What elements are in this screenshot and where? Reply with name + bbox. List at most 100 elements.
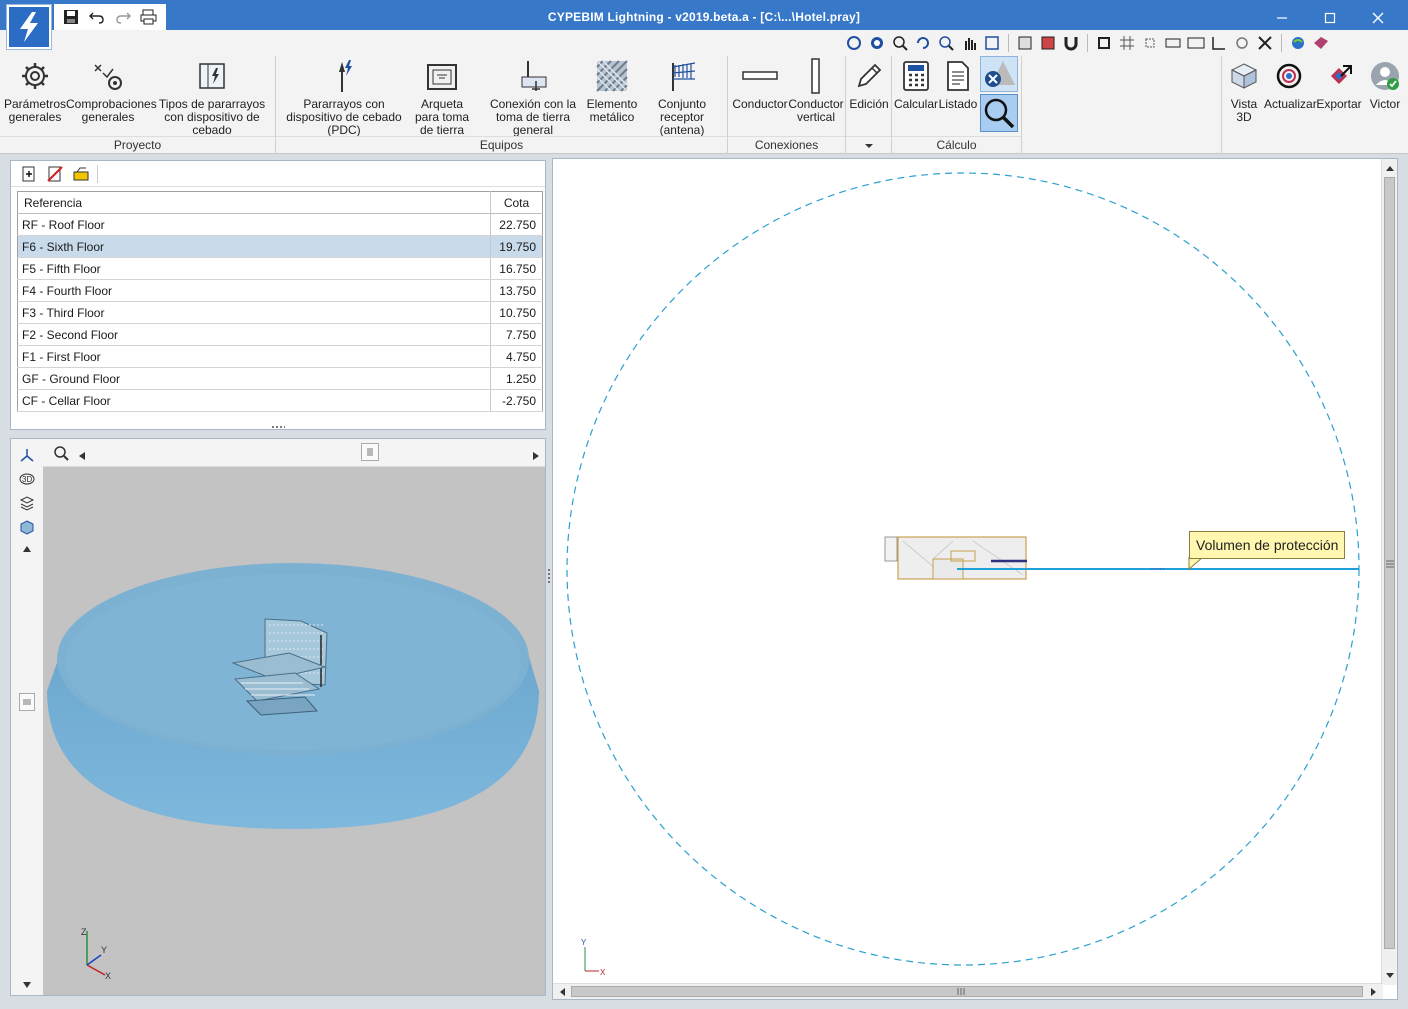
add-icon — [22, 166, 35, 181]
close-button[interactable] — [1358, 6, 1398, 30]
previous-view-icon[interactable] — [982, 33, 1002, 53]
maximize-button[interactable] — [1310, 6, 1350, 30]
vertical-scrollbar-thumb[interactable] — [1384, 177, 1395, 949]
column-header-cota[interactable]: Cota — [490, 191, 543, 214]
conjunto-receptor-button[interactable]: Conjunto receptor (antena) — [638, 56, 726, 137]
scroll-down-button[interactable] — [17, 975, 37, 995]
scroll-up-button[interactable] — [17, 539, 37, 559]
floor-row[interactable]: CF - Cellar Floor -2.750 — [17, 389, 543, 412]
arqueta-button[interactable]: Arqueta para toma de tierra — [408, 56, 476, 137]
checks-gear-icon — [94, 64, 122, 90]
refresh-view-icon[interactable] — [913, 33, 933, 53]
zoom-window-icon[interactable] — [890, 33, 910, 53]
floors-table-header: Referencia Cota — [17, 191, 543, 214]
conductor-vertical-button[interactable]: Conductor vertical — [788, 56, 844, 124]
splitter-grip-icon[interactable] — [271, 425, 285, 429]
floor-row[interactable]: GF - Ground Floor 1.250 — [17, 367, 543, 390]
help-book-icon[interactable] — [1311, 33, 1331, 53]
grid-snap-icon[interactable] — [1038, 33, 1058, 53]
edicion-dropdown[interactable] — [846, 136, 891, 152]
calcular-button[interactable]: Calcular — [894, 56, 938, 111]
print-button[interactable] — [138, 7, 160, 27]
antenna-icon — [672, 62, 696, 91]
edicion-button[interactable]: Edición — [848, 56, 890, 111]
minimize-button[interactable] — [1262, 6, 1302, 30]
scroll-left-button[interactable] — [79, 449, 85, 463]
magnet-icon[interactable] — [1061, 33, 1081, 53]
rotate-view-icon[interactable] — [844, 33, 864, 53]
axes-gizmo: Z Y X — [81, 927, 111, 981]
exportar-button[interactable]: Exportar — [1314, 56, 1364, 111]
vertical-slider-thumb[interactable] — [19, 693, 35, 711]
view-3d-canvas[interactable]: Z Y X — [43, 467, 545, 995]
delete-floor-button[interactable] — [45, 164, 65, 184]
actualizar-button[interactable]: Actualizar — [1264, 56, 1317, 111]
orbit-icon[interactable] — [1232, 33, 1252, 53]
vista-3d-button[interactable]: Vista 3D — [1224, 56, 1264, 124]
triangle-up-icon — [1386, 166, 1394, 171]
solid-view-button[interactable] — [17, 517, 37, 537]
conductor-button[interactable]: Conductor — [732, 56, 788, 111]
errors-button[interactable] — [980, 56, 1018, 92]
axes-view-button[interactable] — [17, 445, 37, 465]
undo-button[interactable] — [86, 7, 108, 27]
tipos-pararrayos-button[interactable]: Tipos de pararrayos con dispositivo de c… — [152, 56, 272, 137]
scroll-right-button[interactable] — [533, 449, 539, 463]
parametros-generales-button[interactable]: Parámetros generales — [4, 56, 66, 124]
frame-icon[interactable] — [1094, 33, 1114, 53]
solid-cube-icon — [20, 520, 34, 535]
pararrayos-pdc-button[interactable]: Pararrayos con dispositivo de cebado (PD… — [278, 56, 410, 137]
globe-icon[interactable] — [1288, 33, 1308, 53]
conexion-toma-tierra-button[interactable]: Conexión con la toma de tierra general — [478, 56, 588, 137]
floor-row[interactable]: RF - Roof Floor 22.750 — [17, 213, 543, 236]
floor-row[interactable]: F1 - First Floor 4.750 — [17, 345, 543, 368]
zoom-icon[interactable] — [936, 33, 956, 53]
keyboard-icon[interactable] — [1163, 33, 1183, 53]
svg-text:Z: Z — [81, 927, 87, 937]
app-menu-button[interactable] — [6, 4, 52, 50]
snap-point-icon[interactable] — [1140, 33, 1160, 53]
horizontal-slider-thumb[interactable] — [361, 443, 379, 461]
save-button[interactable] — [60, 7, 82, 27]
redo-icon — [116, 12, 131, 24]
plan-view[interactable]: Y X Volumen de protección — [552, 158, 1398, 1000]
listado-button[interactable]: Listado — [938, 56, 978, 111]
conductor-vertical-icon — [811, 58, 820, 94]
zoom-all-icon[interactable] — [867, 33, 887, 53]
svg-text:X: X — [600, 968, 606, 977]
floor-row[interactable]: F5 - Fifth Floor 16.750 — [17, 257, 543, 280]
grid-icon[interactable] — [1117, 33, 1137, 53]
vertical-splitter-grip-icon[interactable] — [547, 568, 551, 584]
edit-floor-button[interactable] — [71, 164, 91, 184]
horizontal-scrollbar-thumb[interactable] — [571, 986, 1363, 997]
scale-icon[interactable] — [1186, 33, 1206, 53]
comprobaciones-generales-button[interactable]: Comprobaciones generales — [66, 56, 157, 124]
floor-row[interactable]: F3 - Third Floor 10.750 — [17, 301, 543, 324]
group-edicion: Edición — [846, 56, 892, 154]
floor-row[interactable]: F4 - Fourth Floor 13.750 — [17, 279, 543, 302]
floor-row[interactable]: F2 - Second Floor 7.750 — [17, 323, 543, 346]
elemento-metalico-button[interactable]: Elemento metálico — [584, 56, 640, 124]
tools-icon[interactable] — [1255, 33, 1275, 53]
floor-row[interactable]: F6 - Sixth Floor 19.750 — [17, 235, 543, 258]
floor-reference: F1 - First Floor — [17, 345, 491, 368]
rotate-3d-button[interactable]: 3D — [17, 469, 37, 489]
column-header-referencia[interactable]: Referencia — [17, 191, 491, 214]
error-warning-icon — [985, 61, 1015, 87]
redo-button[interactable] — [112, 7, 134, 27]
add-floor-button[interactable] — [19, 164, 39, 184]
search-results-button[interactable] — [980, 94, 1018, 132]
angle-icon[interactable] — [1209, 33, 1229, 53]
lightning-rod-icon — [339, 60, 352, 92]
layers-icon[interactable] — [1015, 33, 1035, 53]
pan-icon[interactable] — [959, 33, 979, 53]
delete-icon — [47, 165, 63, 182]
layers-3d-button[interactable] — [17, 493, 37, 513]
lightning-rod-types-icon — [199, 63, 225, 89]
zoom-3d-button[interactable] — [53, 445, 71, 464]
plan-horizontal-scrollbar[interactable] — [553, 983, 1383, 999]
rotate-3d-icon: 3D — [19, 473, 35, 485]
workspace: Referencia Cota RF - Roof Floor 22.750 F6 … — [0, 154, 1408, 1009]
plan-vertical-scrollbar[interactable] — [1381, 159, 1397, 985]
user-button[interactable]: Victor — [1364, 56, 1406, 111]
